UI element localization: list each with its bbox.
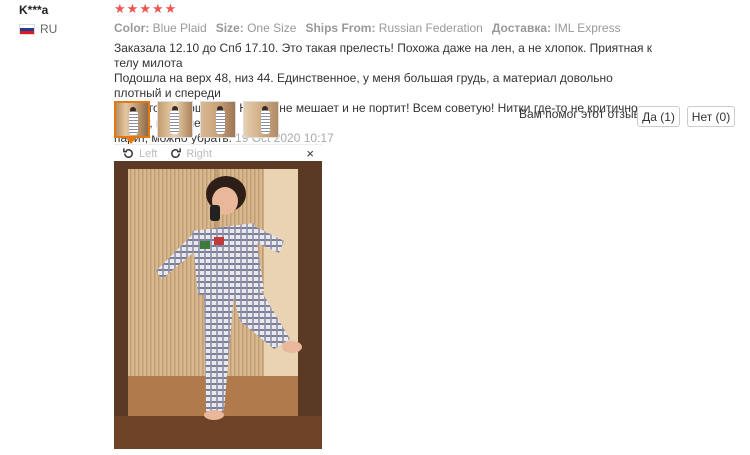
star-icon: ★ xyxy=(114,1,126,16)
star-icon: ★ xyxy=(151,1,164,16)
product-attributes: Color: Blue Plaid Size: One Size Ships F… xyxy=(114,21,630,35)
review-line: Подошла на верх 48, низ 44. Единственное… xyxy=(114,71,613,100)
photo-thumbnails xyxy=(114,101,279,138)
review-photo-large xyxy=(114,161,322,449)
reviewer-country: RU xyxy=(19,22,57,36)
star-icon: ★ xyxy=(126,1,139,16)
photo-thumb-2[interactable] xyxy=(157,101,193,138)
photo-thumb-4[interactable] xyxy=(243,101,279,138)
helpful-question: Вам помог этот отзыв? xyxy=(519,107,647,121)
photo-viewer-toolbar: Left Right × xyxy=(114,144,322,162)
star-rating: ★ ★ ★ ★ ★ xyxy=(114,2,176,16)
reviewer-name: K***a xyxy=(19,3,49,17)
attr-ships-from: Ships From: Russian Federation xyxy=(305,21,483,35)
russia-flag-icon xyxy=(19,23,35,35)
close-icon[interactable]: × xyxy=(306,146,314,161)
helpful-no-button[interactable]: Нет (0) xyxy=(687,106,735,127)
photo-thumb-1[interactable] xyxy=(114,101,150,138)
photo-thumb-3[interactable] xyxy=(200,101,236,138)
attr-color: Color: Blue Plaid xyxy=(114,21,207,35)
star-icon: ★ xyxy=(139,1,151,16)
rotate-left-icon xyxy=(123,148,133,158)
review-line: Заказала 12.10 до Спб 17.10. Это такая п… xyxy=(114,41,653,70)
attr-size: Size: One Size xyxy=(215,21,297,35)
rotate-left-button[interactable]: Left xyxy=(122,147,157,160)
review-photo-image xyxy=(114,161,322,449)
star-icon: ★ xyxy=(164,1,177,16)
country-code: RU xyxy=(40,22,58,36)
helpful-yes-button[interactable]: Да (1) xyxy=(637,106,680,127)
rotate-right-button[interactable]: Right xyxy=(169,147,212,160)
attr-delivery: Доставка: IML Express xyxy=(491,21,621,35)
rotate-right-icon xyxy=(171,148,182,158)
